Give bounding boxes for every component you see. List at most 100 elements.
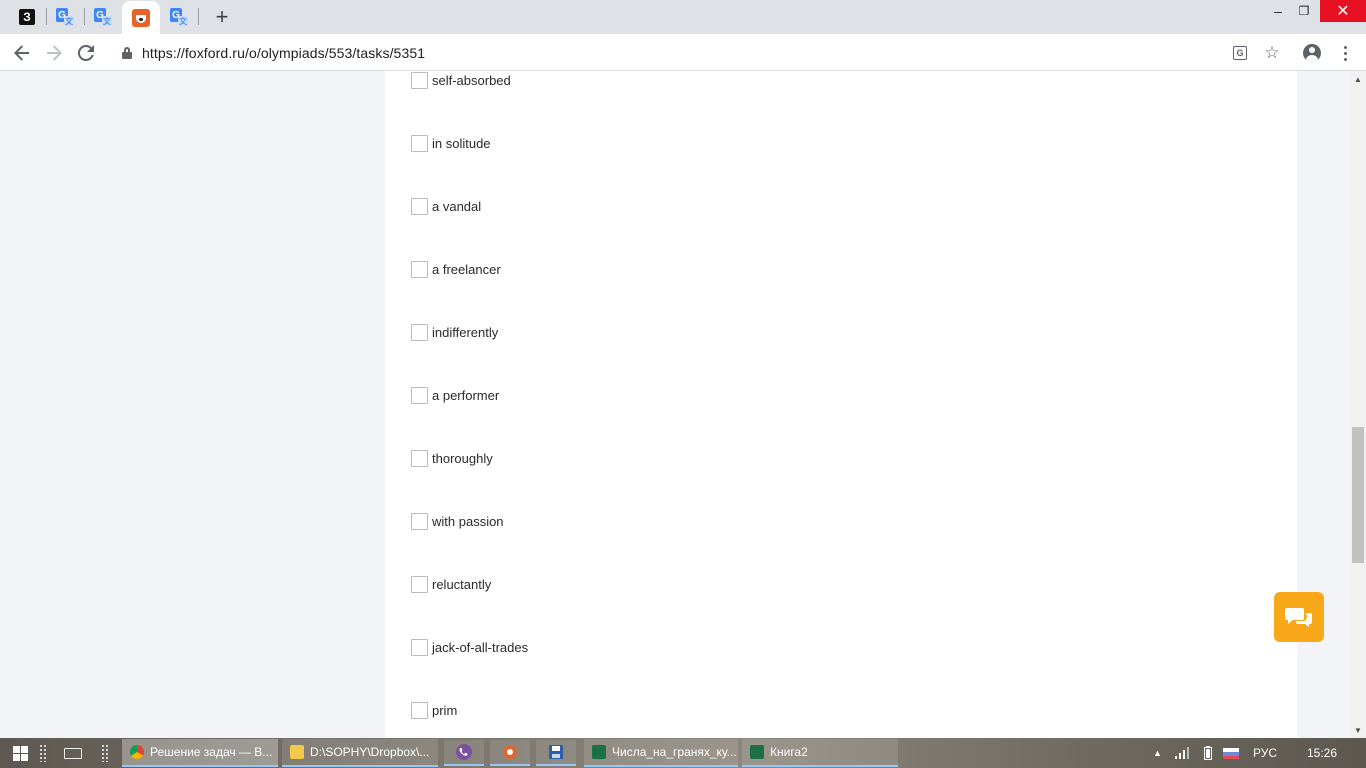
option-checkbox[interactable] bbox=[411, 575, 428, 593]
option-checkbox[interactable] bbox=[411, 134, 428, 152]
translate-page-button[interactable]: G bbox=[1226, 39, 1254, 67]
chat-bubbles-icon bbox=[1285, 608, 1312, 627]
address-bar[interactable]: https://foxford.ru/o/olympiads/553/tasks… bbox=[108, 39, 1293, 67]
option-label: in solitude bbox=[432, 135, 491, 151]
network-status-button[interactable] bbox=[1168, 738, 1196, 768]
taskbar-task-explorer[interactable]: D:\SOPHY\Dropbox\... bbox=[282, 739, 438, 767]
tab-zen[interactable]: З bbox=[8, 0, 46, 34]
profile-button[interactable] bbox=[1298, 39, 1326, 67]
task-label: Решение задач — В... bbox=[150, 745, 273, 759]
grip-icon bbox=[101, 744, 109, 762]
excel-icon bbox=[592, 745, 606, 759]
option-with-passion[interactable]: with passion bbox=[411, 512, 504, 530]
option-self-absorbed[interactable]: self-absorbed bbox=[411, 71, 511, 89]
option-checkbox[interactable] bbox=[411, 701, 428, 719]
option-reluctantly[interactable]: reluctantly bbox=[411, 575, 491, 593]
option-checkbox[interactable] bbox=[411, 386, 428, 404]
grip-icon bbox=[39, 744, 47, 762]
signal-bars-icon bbox=[1175, 747, 1189, 759]
tab-google-translate-3[interactable]: G文 bbox=[160, 0, 198, 34]
option-indifferently[interactable]: indifferently bbox=[411, 323, 498, 341]
zen-icon: З bbox=[19, 9, 35, 25]
task-label: Книга2 bbox=[770, 745, 808, 759]
back-button[interactable] bbox=[8, 39, 36, 67]
option-label: a freelancer bbox=[432, 261, 501, 277]
option-a-performer[interactable]: a performer bbox=[411, 386, 499, 404]
scroll-down-arrow-icon[interactable]: ▼ bbox=[1350, 722, 1366, 738]
option-checkbox[interactable] bbox=[411, 323, 428, 341]
new-tab-button[interactable]: + bbox=[210, 4, 234, 29]
taskbar-task-excel-2[interactable]: Книга2 bbox=[742, 739, 898, 767]
option-checkbox[interactable] bbox=[411, 512, 428, 530]
tab-google-translate-1[interactable]: G文 bbox=[46, 0, 84, 34]
keyboard-icon bbox=[64, 747, 82, 759]
reload-button[interactable] bbox=[72, 39, 100, 67]
option-label: self-absorbed bbox=[432, 72, 511, 88]
star-icon: ☆ bbox=[1264, 43, 1280, 62]
task-label: Числа_на_гранях_ку... bbox=[612, 745, 737, 759]
tab-google-translate-2[interactable]: G文 bbox=[84, 0, 122, 34]
scrollbar-thumb[interactable] bbox=[1352, 427, 1364, 563]
taskbar-grip bbox=[88, 738, 122, 768]
google-translate-icon: G文 bbox=[56, 8, 74, 26]
chat-support-button[interactable] bbox=[1274, 592, 1324, 642]
browser-toolbar: https://foxford.ru/o/olympiads/553/tasks… bbox=[0, 34, 1366, 71]
viber-icon bbox=[456, 744, 472, 760]
gear-icon bbox=[503, 745, 517, 759]
foxford-icon bbox=[132, 8, 150, 27]
taskbar-task-excel-1[interactable]: Числа_на_гранях_ку... bbox=[584, 739, 738, 767]
option-label: prim bbox=[432, 702, 458, 718]
forward-button[interactable] bbox=[40, 39, 68, 67]
option-checkbox[interactable] bbox=[411, 449, 428, 467]
taskbar-app-save[interactable] bbox=[536, 740, 576, 766]
option-label: reluctantly bbox=[432, 576, 492, 592]
taskbar-app-viber[interactable] bbox=[444, 740, 484, 766]
battery-icon bbox=[1204, 746, 1212, 760]
option-label: jack-of-all-trades bbox=[432, 639, 529, 655]
option-prim[interactable]: prim bbox=[411, 701, 457, 719]
option-in-solitude[interactable]: in solitude bbox=[411, 134, 491, 152]
input-language-indicator[interactable]: РУС bbox=[1253, 738, 1277, 768]
translate-icon: G bbox=[1233, 46, 1247, 60]
profile-icon bbox=[1303, 44, 1321, 62]
option-checkbox[interactable] bbox=[411, 71, 428, 89]
option-label: a vandal bbox=[432, 198, 482, 214]
close-window-button[interactable]: ✕ bbox=[1320, 0, 1366, 22]
option-checkbox[interactable] bbox=[411, 638, 428, 656]
taskbar-app-settings[interactable] bbox=[490, 740, 530, 766]
excel-icon bbox=[750, 745, 764, 759]
bookmark-button[interactable]: ☆ bbox=[1258, 39, 1286, 67]
tab-foxford-active[interactable] bbox=[122, 1, 160, 34]
browser-menu-button[interactable] bbox=[1331, 39, 1359, 67]
option-jack-of-all-trades[interactable]: jack-of-all-trades bbox=[411, 638, 528, 656]
taskbar-task-chrome[interactable]: Решение задач — В... bbox=[122, 739, 278, 767]
folder-icon bbox=[290, 745, 304, 759]
chrome-icon bbox=[130, 745, 144, 759]
option-checkbox[interactable] bbox=[411, 260, 428, 278]
url-text: https://foxford.ru/o/olympiads/553/tasks… bbox=[142, 45, 426, 61]
browser-tab-strip: З G文 G文 G文 + – ❐ ✕ bbox=[0, 0, 1366, 34]
touch-keyboard-button[interactable] bbox=[55, 738, 91, 768]
option-label: indifferently bbox=[432, 324, 499, 340]
reload-icon bbox=[78, 45, 94, 61]
restore-button[interactable]: ❐ bbox=[1289, 0, 1319, 22]
option-checkbox[interactable] bbox=[411, 197, 428, 215]
task-label: D:\SOPHY\Dropbox\... bbox=[310, 745, 430, 759]
show-hidden-icons-button[interactable]: ▲ bbox=[1153, 738, 1162, 768]
option-thoroughly[interactable]: thoroughly bbox=[411, 449, 493, 467]
windows-taskbar: Решение задач — В... D:\SOPHY\Dropbox\..… bbox=[0, 738, 1366, 768]
option-a-freelancer[interactable]: a freelancer bbox=[411, 260, 501, 278]
language-flag-button[interactable] bbox=[1218, 738, 1244, 768]
page-scrollbar[interactable]: ▲ ▼ bbox=[1350, 71, 1366, 738]
russian-flag-icon bbox=[1223, 747, 1239, 759]
lock-icon bbox=[122, 47, 132, 59]
battery-status-button[interactable] bbox=[1196, 738, 1220, 768]
tab-separator bbox=[198, 8, 199, 25]
scroll-up-arrow-icon[interactable]: ▲ bbox=[1350, 71, 1366, 87]
taskbar-clock[interactable]: 15:26 bbox=[1307, 738, 1337, 768]
option-a-vandal[interactable]: a vandal bbox=[411, 197, 481, 215]
page-viewport: self-absorbed in solitude a vandal a fre… bbox=[0, 71, 1350, 738]
google-translate-icon: G文 bbox=[170, 8, 188, 26]
task-content-card: self-absorbed in solitude a vandal a fre… bbox=[385, 71, 1297, 738]
forward-arrow-icon bbox=[47, 45, 62, 61]
